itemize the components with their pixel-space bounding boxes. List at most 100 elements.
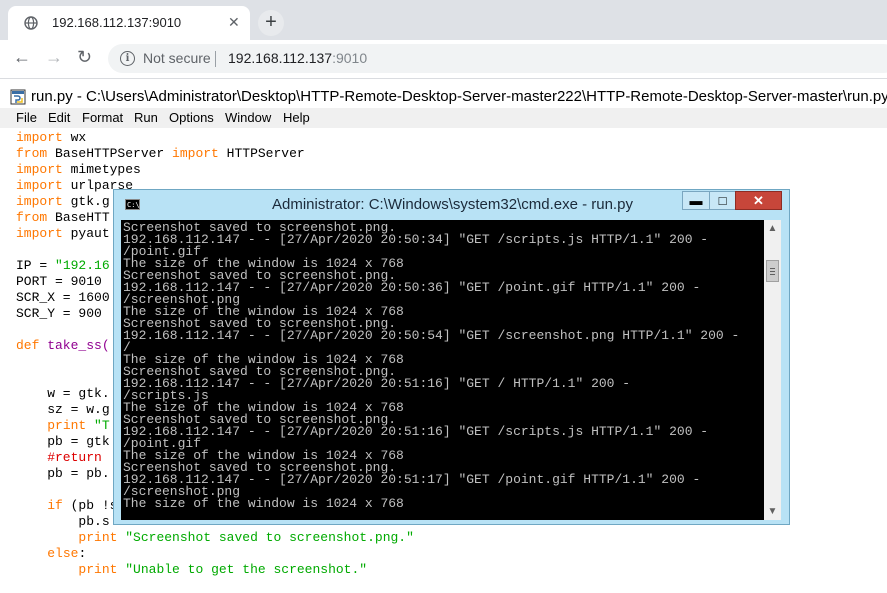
code-keyword: import [16, 194, 63, 209]
code-text: pyaut [62, 226, 110, 241]
code-text: HTTPServer [218, 146, 305, 161]
menu-help[interactable]: Help [283, 110, 310, 125]
code-keyword: if [47, 498, 63, 513]
code-line: else: [16, 546, 86, 562]
reload-button[interactable]: ↻ [77, 47, 92, 68]
code-keyword: print [78, 562, 118, 577]
info-icon[interactable]: i [120, 51, 135, 66]
cmd-window[interactable]: C:\ Administrator: C:\Windows\system32\c… [113, 189, 790, 525]
code-line: sz = w.g [16, 402, 110, 417]
console-line: 192.168.112.147 - - [27/Apr/2020 20:50:5… [123, 328, 740, 343]
code-text: wx [62, 130, 87, 145]
code-line: print "T [16, 418, 110, 434]
code-line: import wx [16, 130, 86, 146]
code-string: "192.16 [55, 258, 110, 273]
console-line: The size of the window is 1024 x 768 [123, 496, 404, 511]
console-scrollbar[interactable]: ▲ ▼ [764, 220, 781, 520]
code-line: pb = pb. [16, 466, 110, 481]
code-keyword: from [16, 146, 48, 161]
python-idle-icon [10, 89, 26, 105]
code-text: IP = [16, 258, 56, 273]
tab-close-icon[interactable]: ✕ [228, 14, 240, 31]
code-keyword: else [47, 546, 79, 561]
code-line: import mimetypes [16, 162, 141, 178]
browser-tabstrip: 192.168.112.137:9010 ✕ + [0, 0, 887, 40]
scrollbar-thumb[interactable] [766, 260, 779, 282]
code-string: "Unable to get the screenshot." [125, 562, 368, 577]
security-label[interactable]: Not secure [143, 50, 211, 66]
menu-format[interactable]: Format [82, 110, 123, 125]
code-line: from BaseHTT [16, 210, 110, 226]
code-line: import gtk.g [16, 194, 110, 210]
code-keyword: def [16, 338, 40, 353]
browser-toolbar: ← → ↻ i Not secure 192.168.112.137:9010 [0, 40, 887, 79]
idle-menubar: File Edit Format Run Options Window Help [0, 108, 887, 128]
scroll-down-arrow-icon[interactable]: ▼ [764, 503, 781, 520]
address-bar[interactable]: i Not secure 192.168.112.137:9010 [108, 44, 887, 73]
thumb-grip [770, 268, 775, 269]
code-keyword: import [16, 162, 63, 177]
maximize-button[interactable]: □ [709, 191, 736, 210]
code-string: "Screenshot saved to screenshot.png." [125, 530, 414, 545]
code-line: import pyaut [16, 226, 110, 242]
menu-run[interactable]: Run [134, 110, 158, 125]
code-text: (pb !s [62, 498, 118, 513]
tab-title: 192.168.112.137:9010 [52, 15, 182, 30]
url-text[interactable]: 192.168.112.137:9010 [228, 50, 367, 66]
code-keyword: from [16, 210, 48, 225]
idle-window-title: run.py - C:\Users\Administrator\Desktop\… [31, 88, 887, 105]
globe-icon [24, 16, 38, 30]
back-button[interactable]: ← [13, 47, 31, 68]
code-line: print "Unable to get the screenshot." [16, 562, 367, 578]
code-keyword: import [172, 146, 219, 161]
forward-button[interactable]: → [45, 47, 63, 68]
code-string: "T [86, 418, 110, 433]
console-output[interactable]: Screenshot saved to screenshot.png. 192.1… [121, 220, 764, 520]
code-keyword: print [78, 530, 118, 545]
code-line: PORT = 9010 [16, 274, 102, 289]
menu-window[interactable]: Window [225, 110, 271, 125]
code-function-name: take_ss( [39, 338, 110, 353]
code-keyword: import [16, 178, 63, 193]
scroll-up-arrow-icon[interactable]: ▲ [764, 220, 781, 237]
new-tab-button[interactable]: + [258, 10, 284, 36]
code-line: IP = "192.16 [16, 258, 110, 274]
browser-tab[interactable]: 192.168.112.137:9010 ✕ [8, 6, 250, 40]
code-line: if (pb !s [16, 498, 117, 514]
code-text: : [78, 546, 87, 561]
code-line: pb.s [16, 514, 110, 529]
code-text: gtk.g [62, 194, 110, 209]
thumb-grip [770, 274, 775, 275]
console-line: 192.168.112.147 - - [27/Apr/2020 20:51:1… [123, 424, 709, 439]
code-text: BaseHTT [47, 210, 110, 225]
idle-titlebar: run.py - C:\Users\Administrator\Desktop\… [0, 86, 887, 108]
code-line: SCR_Y = 900 [16, 306, 102, 321]
code-text: BaseHTTPServer [47, 146, 173, 161]
close-button[interactable]: ✕ [735, 191, 782, 210]
thumb-grip [770, 271, 775, 272]
url-port: :9010 [332, 50, 368, 66]
url-host: 192.168.112.137 [228, 50, 333, 66]
code-keyword: print [47, 418, 87, 433]
code-line: pb = gtk [16, 434, 110, 449]
console-line: 192.168.112.147 - - [27/Apr/2020 20:50:3… [123, 232, 709, 247]
code-line: w = gtk. [16, 386, 110, 401]
code-line: def take_ss( [16, 338, 110, 354]
code-line: print "Screenshot saved to screenshot.pn… [16, 530, 414, 546]
cmd-icon: C:\ [125, 199, 140, 210]
cmd-window-title: Administrator: C:\Windows\system32\cmd.e… [272, 196, 633, 213]
code-line: SCR_X = 1600 [16, 290, 110, 305]
code-keyword: import [16, 226, 63, 241]
code-text: mimetypes [62, 162, 141, 177]
menu-options[interactable]: Options [169, 110, 214, 125]
menu-file[interactable]: File [16, 110, 37, 125]
menu-edit[interactable]: Edit [48, 110, 70, 125]
code-keyword: import [16, 130, 63, 145]
minimize-button[interactable]: ▬ [682, 191, 710, 210]
code-line: from BaseHTTPServer import HTTPServer [16, 146, 305, 162]
